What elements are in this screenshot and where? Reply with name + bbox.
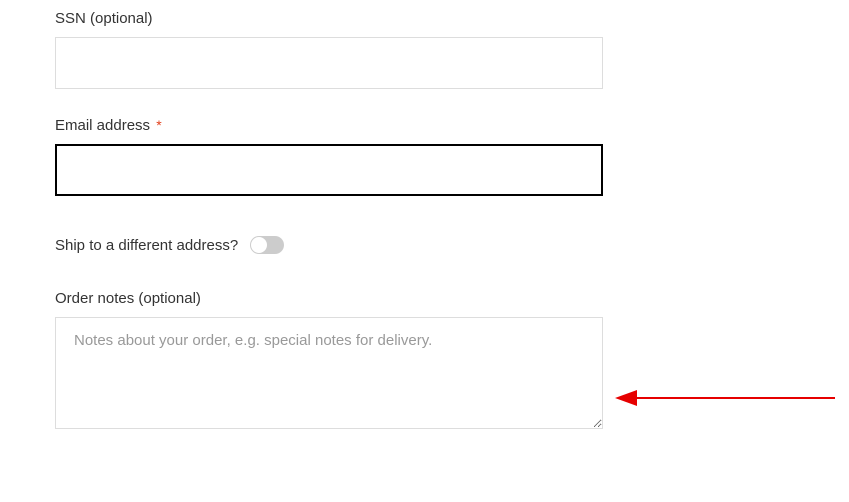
email-input[interactable] <box>55 144 603 196</box>
toggle-knob <box>251 237 267 253</box>
ship-different-row: Ship to a different address? <box>55 236 794 254</box>
annotation-arrow <box>615 388 835 408</box>
order-notes-label: Order notes (optional) <box>55 290 794 307</box>
arrow-head-icon <box>615 390 637 406</box>
required-indicator: * <box>156 117 161 133</box>
ship-different-label: Ship to a different address? <box>55 237 238 254</box>
email-field: Email address * <box>55 117 794 196</box>
ssn-label: SSN (optional) <box>55 10 794 27</box>
order-notes-input[interactable] <box>55 317 603 429</box>
ssn-input[interactable] <box>55 37 603 89</box>
email-label-text: Email address <box>55 117 150 134</box>
order-notes-field: Order notes (optional) <box>55 290 794 433</box>
ssn-field: SSN (optional) <box>55 10 794 89</box>
arrow-line <box>635 397 835 399</box>
email-label: Email address * <box>55 117 794 134</box>
ship-different-toggle[interactable] <box>250 236 284 254</box>
